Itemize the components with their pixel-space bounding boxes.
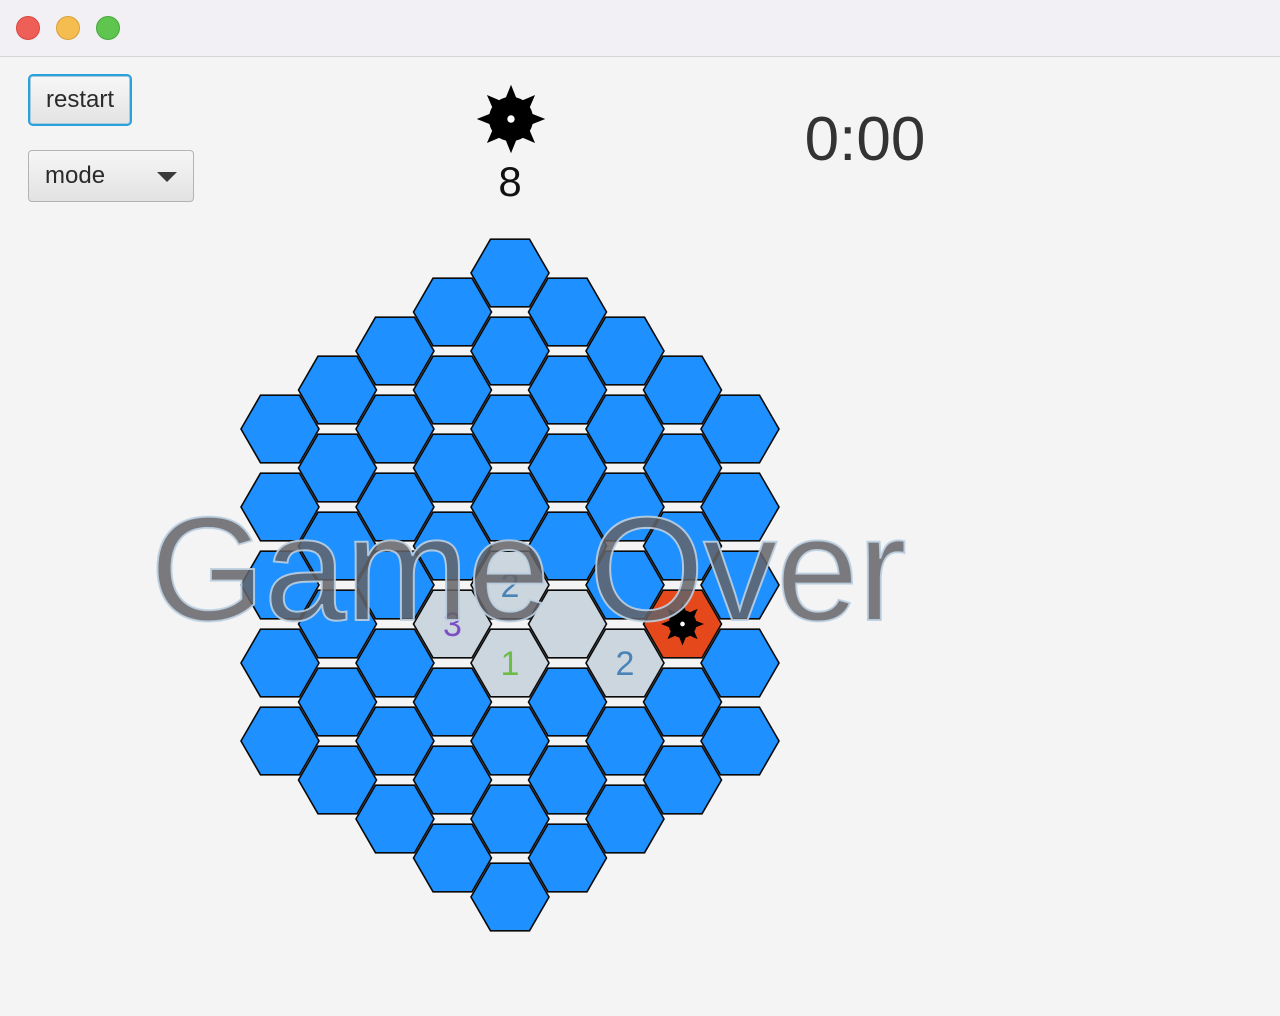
hex-board: 3 2 1 2 xyxy=(240,238,780,932)
cell-count: 3 xyxy=(443,606,462,644)
game-window: restart mode 8 0:00 3212 Game Over xyxy=(0,0,1280,1016)
cell-count: 2 xyxy=(501,567,520,605)
cell-count: 1 xyxy=(501,645,520,683)
mine-icon xyxy=(661,602,704,646)
cell-count: 2 xyxy=(616,645,635,683)
